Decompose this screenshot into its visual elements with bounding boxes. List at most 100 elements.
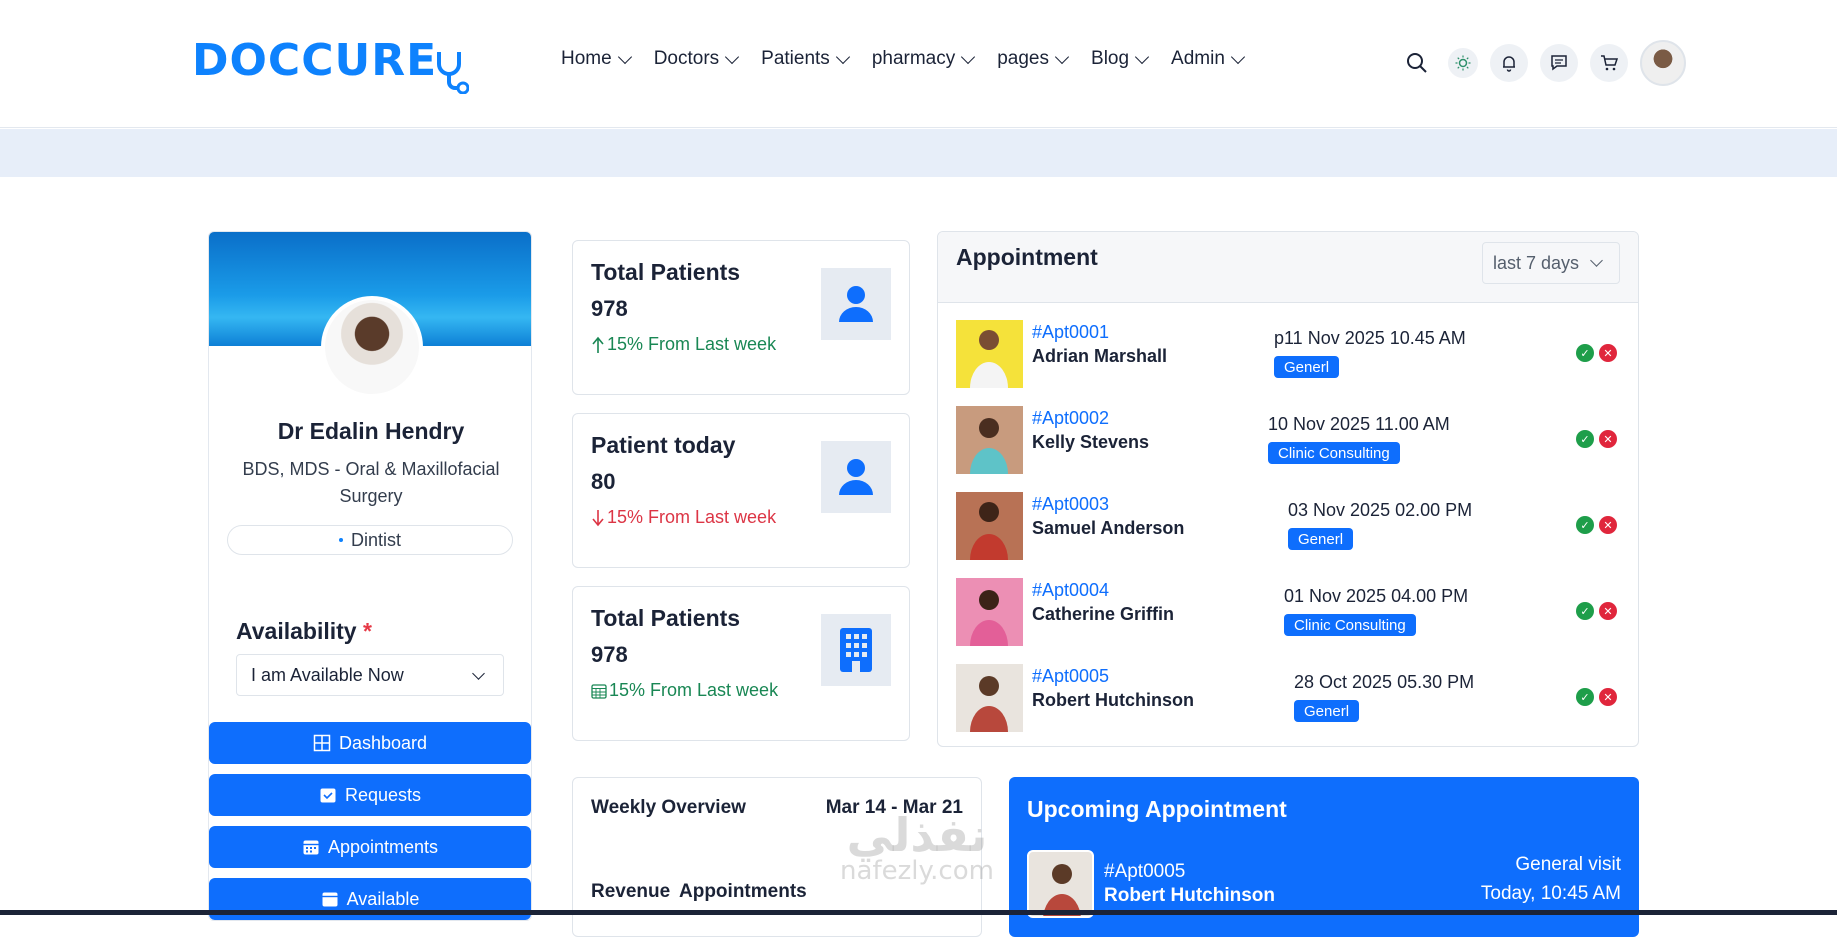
menu-appointments[interactable]: Appointments xyxy=(209,826,531,868)
nav-pages[interactable]: pages xyxy=(997,48,1070,70)
reject-button[interactable]: ✕ xyxy=(1599,344,1617,362)
patient-photo xyxy=(956,406,1023,474)
reject-button[interactable]: ✕ xyxy=(1599,602,1617,620)
availability-select[interactable]: I am Available Now xyxy=(236,654,504,696)
accept-button[interactable]: ✓ xyxy=(1576,602,1594,620)
chevron-down-icon xyxy=(1590,254,1603,267)
appointment-row[interactable]: #Apt0005 Robert Hutchinson 28 Oct 2025 0… xyxy=(956,664,1622,732)
upcoming-time: Today, 10:45 AM xyxy=(1480,883,1621,904)
stat-change-text: 15% From Last week xyxy=(607,334,777,354)
accept-button[interactable]: ✓ xyxy=(1576,344,1594,362)
nav-label: Admin xyxy=(1171,48,1225,69)
search-button[interactable] xyxy=(1398,44,1436,82)
reject-button[interactable]: ✕ xyxy=(1599,688,1617,706)
upcoming-appointment-id[interactable]: #Apt0005 xyxy=(1104,861,1185,883)
stat-change: 15% From Last week xyxy=(591,507,776,528)
stat-card-total-patients-2: Total Patients 978 15% From Last week xyxy=(572,586,910,741)
user-icon xyxy=(839,459,873,495)
accept-button[interactable]: ✓ xyxy=(1576,430,1594,448)
patient-photo xyxy=(956,320,1023,388)
appointment-id[interactable]: #Apt0001 xyxy=(1032,322,1109,343)
nav-pharmacy[interactable]: pharmacy xyxy=(871,48,976,70)
notifications-button[interactable] xyxy=(1490,44,1528,82)
menu-label: Available xyxy=(346,888,420,909)
stat-change-text: 15% From Last week xyxy=(607,507,777,527)
menu-label: Dashboard xyxy=(338,732,428,753)
appointment-type-badge: Generl xyxy=(1294,700,1360,722)
chevron-down-icon xyxy=(472,667,485,680)
appointment-type-badge: Generl xyxy=(1274,356,1340,378)
accept-button[interactable]: ✓ xyxy=(1576,516,1594,534)
stat-change: 15% From Last week xyxy=(591,334,776,355)
appointment-row[interactable]: #Apt0002 Kelly Stevens 10 Nov 2025 11.00… xyxy=(956,406,1622,474)
nav-doctors[interactable]: Doctors xyxy=(653,48,740,70)
menu-label: Appointments xyxy=(327,836,439,857)
appointments-panel: Appointment last 7 days #Apt0001 Adrian … xyxy=(937,231,1639,747)
breadcrumb-band xyxy=(0,129,1837,177)
appointment-type-badge: Generl xyxy=(1288,528,1354,550)
availability-text: Availability xyxy=(236,618,357,644)
tab-revenue[interactable]: Revenue xyxy=(591,881,670,903)
header-actions xyxy=(1398,40,1686,86)
stat-title: Total Patients xyxy=(591,605,741,631)
appointment-id[interactable]: #Apt0002 xyxy=(1032,408,1109,429)
dot-icon xyxy=(338,538,343,542)
chevron-down-icon xyxy=(1134,49,1150,64)
menu-requests[interactable]: Requests xyxy=(209,774,531,816)
calendar-icon xyxy=(591,683,607,699)
nav-label: pharmacy xyxy=(871,48,956,69)
chevron-down-icon xyxy=(961,49,976,64)
upcoming-visit-type: General visit xyxy=(1515,854,1621,875)
arrow-up-icon xyxy=(592,336,604,353)
chat-icon xyxy=(1551,55,1567,71)
appointment-row[interactable]: #Apt0003 Samuel Anderson 03 Nov 2025 02.… xyxy=(956,492,1622,560)
chevron-down-icon xyxy=(835,49,850,64)
patient-name: Kelly Stevens xyxy=(1032,432,1150,452)
patient-photo xyxy=(956,578,1023,646)
theme-toggle-button[interactable] xyxy=(1448,48,1478,78)
calendar-icon xyxy=(322,892,338,907)
nav-home[interactable]: Home xyxy=(561,48,632,70)
chevron-down-icon xyxy=(725,49,740,64)
appointment-row[interactable]: #Apt0001 Adrian Marshall p11 Nov 2025 10… xyxy=(956,320,1622,388)
reject-button[interactable]: ✕ xyxy=(1599,516,1617,534)
user-avatar[interactable] xyxy=(1640,40,1686,86)
patient-name: Samuel Anderson xyxy=(1032,518,1185,538)
appointment-id[interactable]: #Apt0003 xyxy=(1032,494,1109,515)
patient-name: Adrian Marshall xyxy=(1032,346,1168,366)
upcoming-title: Upcoming Appointment xyxy=(1027,796,1287,822)
appointment-id[interactable]: #Apt0004 xyxy=(1032,580,1109,601)
nav-label: Doctors xyxy=(653,48,720,69)
nav-label: pages xyxy=(997,48,1050,69)
cart-button[interactable] xyxy=(1590,44,1628,82)
appointment-id[interactable]: #Apt0005 xyxy=(1032,666,1109,687)
stat-icon-box xyxy=(821,441,891,513)
appointment-row[interactable]: #Apt0004 Catherine Griffin 01 Nov 2025 0… xyxy=(956,578,1622,646)
reject-button[interactable]: ✕ xyxy=(1599,430,1617,448)
tab-appointments[interactable]: Appointments xyxy=(679,881,807,903)
search-icon xyxy=(1407,53,1427,73)
date-filter-value: last 7 days xyxy=(1493,252,1580,273)
nav-patients[interactable]: Patients xyxy=(761,48,850,70)
user-icon xyxy=(839,286,873,322)
calendar-check-icon xyxy=(320,788,336,803)
nav-admin[interactable]: Admin xyxy=(1171,48,1245,70)
page-bottom-edge xyxy=(0,910,1837,915)
nav-blog[interactable]: Blog xyxy=(1091,48,1150,70)
accept-button[interactable]: ✓ xyxy=(1576,688,1594,706)
messages-button[interactable] xyxy=(1540,44,1578,82)
patient-photo xyxy=(1027,850,1094,918)
menu-dashboard[interactable]: Dashboard xyxy=(209,722,531,764)
building-icon xyxy=(840,628,872,672)
stat-value: 978 xyxy=(591,642,628,667)
nav-label: Blog xyxy=(1091,48,1130,69)
weekly-date-range[interactable]: Mar 14 - Mar 21 xyxy=(826,797,963,819)
stat-title: Total Patients xyxy=(591,259,741,285)
date-filter-select[interactable]: last 7 days xyxy=(1482,242,1620,284)
stat-card-total-patients: Total Patients 978 15% From Last week xyxy=(572,240,910,395)
appointment-date: 03 Nov 2025 02.00 PM xyxy=(1288,500,1473,520)
logo[interactable]: DOCCURE xyxy=(192,30,470,94)
chevron-down-icon xyxy=(1054,49,1070,64)
availability-label: Availability * xyxy=(236,618,372,645)
upcoming-patient-name: Robert Hutchinson xyxy=(1104,885,1275,906)
